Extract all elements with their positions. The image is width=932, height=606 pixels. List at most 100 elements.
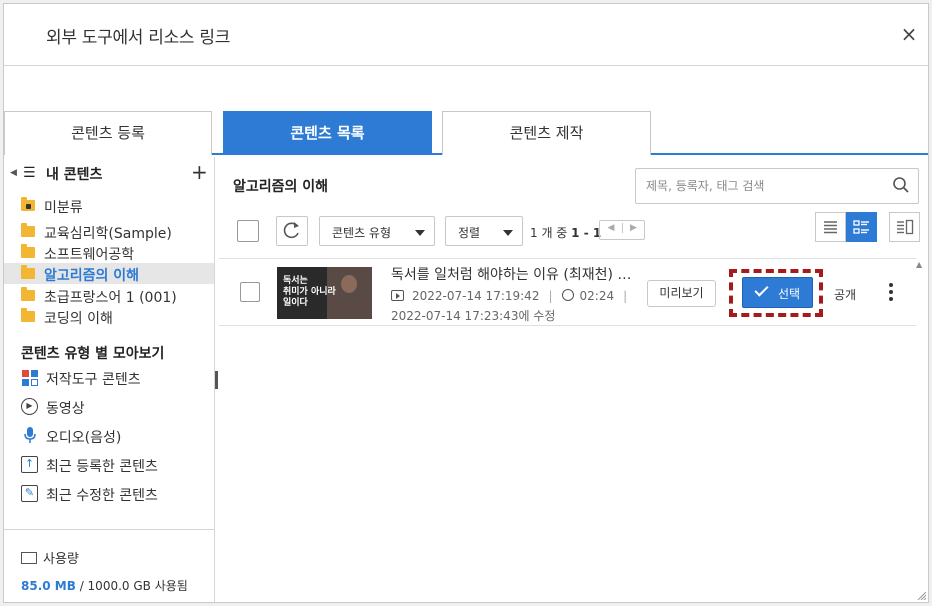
upload-icon: ↑ [21, 456, 38, 473]
pager: ◀ ▶ [599, 220, 645, 240]
folder-icon [21, 287, 35, 301]
sidebar: ◀ ☰ 내 콘텐츠 + 미분류 교육심리학(Sample) 소프트웨어공학 알고… [4, 157, 215, 602]
tab-content-create[interactable]: 콘텐츠 제작 [442, 111, 651, 155]
content-type-dropdown[interactable]: 콘텐츠 유형 [319, 216, 435, 246]
list-icon: ☰ [23, 165, 36, 181]
detail-view-icon [853, 220, 869, 234]
video-thumbnail[interactable]: 독서는 취미가 아니라 일이다 [277, 267, 372, 319]
type-item-recent-modified[interactable]: ✎ 최근 수정한 콘텐츠 [4, 482, 214, 506]
content-title[interactable]: 독서를 일처럼 해야하는 이유 (최재천) … [391, 264, 631, 284]
thumbnail-caption: 독서는 취미가 아니라 일이다 [283, 276, 336, 308]
dialog-title: 외부 도구에서 리소스 링크 [46, 28, 231, 48]
duration: 02:24 [579, 289, 615, 303]
type-label: 최근 등록한 콘텐츠 [46, 459, 158, 475]
usage-divider [4, 529, 214, 530]
tab-content-list[interactable]: 콘텐츠 목록 [223, 111, 432, 155]
folder-label: 미분류 [44, 200, 83, 216]
folder-item-software-engineering[interactable]: 소프트웨어공학 [4, 242, 214, 263]
type-item-recent-registered[interactable]: ↑ 최근 등록한 콘텐츠 [4, 453, 214, 477]
created-date: 2022-07-14 17:19:42 [412, 289, 540, 303]
usage-value: 85.0 MB / 1000.0 GB 사용됨 [21, 577, 188, 594]
list-view-button[interactable] [815, 212, 846, 242]
current-folder-title: 알고리즘의 이해 [233, 179, 329, 195]
chevron-down-icon [503, 230, 513, 236]
detail-view-button[interactable] [846, 212, 877, 242]
folder-item-unclassified[interactable]: 미분류 [4, 195, 214, 216]
content-type-dropdown-label: 콘텐츠 유형 [332, 226, 392, 240]
usage-label: 사용량 [21, 548, 79, 567]
authoring-tool-icon [21, 369, 38, 386]
my-content-header[interactable]: ◀ ☰ 내 콘텐츠 + [8, 160, 213, 185]
folder-label: 코딩의 이해 [44, 311, 113, 327]
search-input[interactable] [646, 177, 876, 195]
content-meta: 2022-07-14 17:19:42 | 02:24 | [391, 289, 636, 303]
folder-icon [21, 223, 35, 237]
add-folder-icon[interactable]: + [191, 160, 208, 184]
my-content-label: 내 콘텐츠 [46, 167, 103, 183]
panel-view-button[interactable] [889, 212, 920, 242]
folder-icon [21, 265, 35, 279]
collapse-triangle-icon[interactable]: ◀ [10, 168, 17, 178]
folder-item-educational-psychology[interactable]: 교육심리학(Sample) [4, 221, 214, 242]
type-label: 최근 수정한 콘텐츠 [46, 488, 158, 504]
meta-separator: | [623, 289, 628, 303]
preview-button[interactable]: 미리보기 [647, 280, 716, 307]
select-button[interactable]: 선택 [742, 277, 813, 308]
folder-icon [21, 308, 35, 322]
storage-icon [21, 552, 37, 564]
dialog-title-bar: 외부 도구에서 리소스 링크 × [4, 4, 928, 66]
folder-label: 알고리즘의 이해 [44, 268, 140, 284]
type-item-authoring[interactable]: 저작도구 콘텐츠 [4, 366, 214, 390]
locked-folder-icon [21, 197, 35, 211]
tab-bar: 콘텐츠 등록 콘텐츠 목록 콘텐츠 제작 [4, 111, 928, 155]
meta-separator: | [548, 289, 553, 303]
close-icon[interactable]: × [897, 22, 921, 46]
folder-item-french[interactable]: 초급프랑스어 1 (001) [4, 285, 214, 306]
microphone-icon [21, 427, 38, 444]
sidebar-splitter[interactable] [215, 371, 218, 389]
panel-view-icon [897, 219, 914, 235]
modified-date: 2022-07-14 17:23:43에 수정 [391, 309, 556, 323]
refresh-icon [283, 222, 299, 239]
content-type-section-title: 콘텐츠 유형 별 모아보기 [21, 346, 165, 362]
usage-used: 85.0 MB [21, 579, 76, 593]
scroll-up-arrow-icon[interactable]: ▲ [916, 260, 922, 269]
type-item-video[interactable]: ▶ 동영상 [4, 395, 214, 419]
chevron-down-icon [415, 230, 425, 236]
clock-icon [561, 289, 574, 301]
folder-item-coding[interactable]: 코딩의 이해 [4, 306, 214, 327]
video-icon [391, 290, 404, 301]
play-circle-icon: ▶ [21, 398, 38, 415]
refresh-button[interactable] [276, 216, 308, 246]
folder-item-algorithms[interactable]: 알고리즘의 이해 [4, 263, 214, 284]
next-page-icon[interactable]: ▶ [622, 223, 644, 233]
list-view-icon [824, 221, 837, 234]
checkmark-icon [754, 282, 769, 297]
content-row: 독서는 취미가 아니라 일이다 독서를 일처럼 해야하는 이유 (최재천) … … [219, 258, 916, 326]
sort-dropdown-label: 정렬 [458, 226, 481, 240]
sort-dropdown[interactable]: 정렬 [445, 216, 523, 246]
result-count: 1 개 중 1 - 1 [530, 226, 602, 240]
row-checkbox[interactable] [240, 282, 260, 302]
folder-icon [21, 244, 35, 258]
search-box [635, 168, 919, 204]
resource-link-dialog: 외부 도구에서 리소스 링크 × 콘텐츠 등록 콘텐츠 목록 콘텐츠 제작 ◀ … [3, 3, 929, 603]
tab-content-register[interactable]: 콘텐츠 등록 [4, 111, 212, 155]
type-label: 저작도구 콘텐츠 [46, 372, 141, 388]
type-label: 오디오(음성) [46, 430, 122, 446]
type-label: 동영상 [46, 401, 85, 417]
more-options-icon[interactable] [886, 281, 896, 303]
prev-page-icon[interactable]: ◀ [600, 223, 622, 233]
visibility-status: 공개 [834, 288, 857, 302]
folder-label: 초급프랑스어 1 (001) [44, 290, 177, 306]
select-all-checkbox[interactable] [237, 220, 259, 242]
edit-icon: ✎ [21, 485, 38, 502]
folder-label: 소프트웨어공학 [44, 247, 135, 263]
resize-grip-icon[interactable] [917, 591, 926, 600]
type-item-audio[interactable]: 오디오(음성) [4, 424, 214, 448]
usage-total: / 1000.0 GB 사용됨 [75, 579, 188, 593]
folder-label: 교육심리학(Sample) [44, 226, 172, 242]
search-icon[interactable] [892, 176, 910, 194]
select-button-label: 선택 [778, 287, 801, 301]
content-list-panel: 알고리즘의 이해 콘텐츠 유형 정렬 1 개 중 1 - 1 ◀ ▶ [219, 157, 928, 602]
